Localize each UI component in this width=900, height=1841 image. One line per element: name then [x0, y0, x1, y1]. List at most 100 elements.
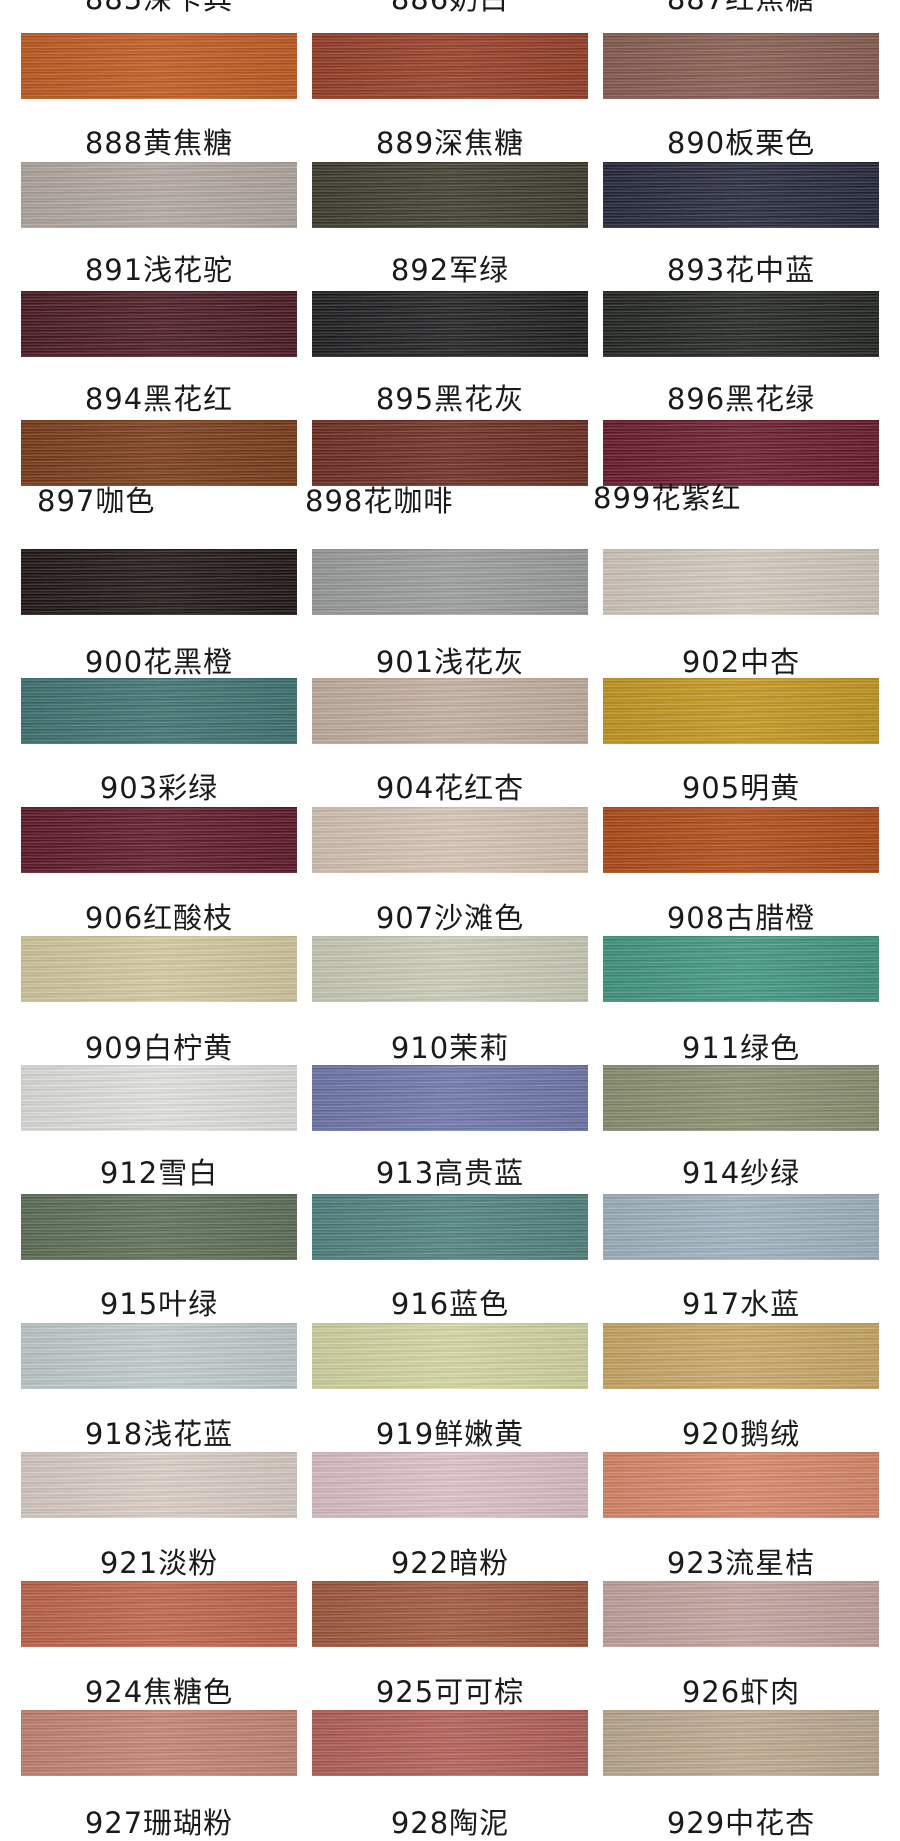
swatch-label: 928陶泥 — [390, 1806, 510, 1840]
color-swatch-card: 907沙滩色 — [312, 807, 588, 937]
color-swatch-card: 896黑花绿 — [603, 291, 879, 421]
thread-color-swatch — [21, 1581, 297, 1647]
color-swatch-card: 922暗粉 — [312, 1452, 588, 1582]
swatch-label: 892军绿 — [390, 253, 510, 287]
swatch-label: 916蓝色 — [390, 1287, 510, 1321]
swatch-label: 900花黑橙 — [84, 645, 234, 679]
swatch-label: 891浅花驼 — [84, 253, 234, 287]
color-swatch-card: 910茉莉 — [312, 936, 588, 1066]
swatch-label: 913高贵蓝 — [375, 1156, 525, 1190]
swatch-label: 908古腊橙 — [666, 901, 816, 935]
thread-color-swatch — [312, 1065, 588, 1131]
thread-color-swatch — [603, 162, 879, 228]
thread-color-swatch — [21, 678, 297, 744]
color-swatch-card: 895黑花灰 — [312, 291, 588, 421]
thread-color-swatch — [21, 936, 297, 1002]
swatch-label: 907沙滩色 — [375, 901, 525, 935]
color-swatch-card: 921淡粉 — [21, 1452, 297, 1582]
swatch-label: 904花红杏 — [375, 771, 525, 805]
thread-color-swatch — [312, 807, 588, 873]
thread-color-swatch — [312, 291, 588, 357]
swatch-label: 889深焦糖 — [375, 126, 525, 160]
color-swatch-card: 920鹅绒 — [603, 1323, 879, 1453]
color-swatch-card: 925可可棕 — [312, 1581, 588, 1711]
color-swatch-card: 913高贵蓝 — [312, 1065, 588, 1195]
thread-color-swatch — [603, 291, 879, 357]
swatch-label: 909白柠黄 — [84, 1031, 234, 1065]
color-swatch-card: 900花黑橙 — [21, 549, 297, 679]
swatch-label: 929中花杏 — [666, 1806, 816, 1840]
swatch-label: 915叶绿 — [99, 1287, 219, 1321]
swatch-label: 885深卡其 — [21, 0, 297, 17]
color-swatch-card: 892军绿 — [312, 162, 588, 292]
color-swatch-card: 905明黄 — [603, 678, 879, 808]
color-swatch-card: 903彩绿 — [21, 678, 297, 808]
thread-color-swatch — [312, 1452, 588, 1518]
color-swatch-card: 919鲜嫩黄 — [312, 1323, 588, 1453]
thread-color-swatch — [603, 33, 879, 99]
swatch-label: 924焦糖色 — [84, 1675, 234, 1709]
color-swatch-card: 891浅花驼 — [21, 162, 297, 292]
swatch-label: 899花紫红 — [593, 481, 742, 515]
color-swatch-card: 901浅花灰 — [312, 549, 588, 679]
thread-color-swatch — [312, 33, 588, 99]
swatch-label: 890板栗色 — [666, 126, 816, 160]
color-swatch-card: 926虾肉 — [603, 1581, 879, 1711]
swatch-label: 914纱绿 — [681, 1156, 801, 1190]
thread-color-swatch — [603, 1323, 879, 1389]
color-swatch-card: 923流星桔 — [603, 1452, 879, 1582]
color-swatch-card: 889深焦糖 — [312, 33, 588, 163]
color-swatch-card: 908古腊橙 — [603, 807, 879, 937]
swatch-label: 912雪白 — [99, 1156, 219, 1190]
swatch-label: 926虾肉 — [681, 1675, 801, 1709]
swatch-label: 902中杏 — [681, 645, 801, 679]
swatch-label: 921淡粉 — [99, 1546, 219, 1580]
thread-color-swatch — [312, 162, 588, 228]
thread-color-swatch — [21, 1452, 297, 1518]
thread-color-swatch — [312, 1581, 588, 1647]
thread-color-swatch — [603, 1194, 879, 1260]
color-swatch-card: 888黄焦糖 — [21, 33, 297, 163]
thread-color-swatch — [312, 420, 588, 486]
color-swatch-card: 894黑花红 — [21, 291, 297, 421]
thread-color-swatch — [603, 1065, 879, 1131]
thread-color-swatch — [312, 1323, 588, 1389]
color-swatch-card: 911绿色 — [603, 936, 879, 1066]
thread-color-swatch — [21, 549, 297, 615]
color-swatch-card: 914纱绿 — [603, 1065, 879, 1195]
swatch-label: 898花咖啡 — [305, 484, 454, 518]
thread-color-swatch — [312, 678, 588, 744]
thread-color-swatch — [21, 162, 297, 228]
swatch-label: 927珊瑚粉 — [84, 1806, 234, 1840]
thread-color-swatch — [312, 1194, 588, 1260]
swatch-label: 923流星桔 — [666, 1546, 816, 1580]
color-swatch-card: 906红酸枝 — [21, 807, 297, 937]
color-swatch-card: 898花咖啡 — [305, 420, 588, 550]
swatch-label: 911绿色 — [681, 1031, 801, 1065]
color-swatch-grid: 885深卡其 886奶白 887红焦糖 888黄焦糖 889深焦糖 890板栗色 891浅花… — [0, 0, 900, 1840]
thread-color-swatch — [21, 1194, 297, 1260]
color-swatch-card: 893花中蓝 — [603, 162, 879, 292]
color-swatch-card: 902中杏 — [603, 549, 879, 679]
color-swatch-card: 916蓝色 — [312, 1194, 588, 1324]
color-swatch-card: 924焦糖色 — [21, 1581, 297, 1711]
swatch-label: 894黑花红 — [84, 382, 234, 416]
swatch-label: 920鹅绒 — [681, 1417, 801, 1451]
thread-color-swatch — [603, 936, 879, 1002]
color-swatch-card: 897咖色 — [21, 420, 297, 550]
swatch-label: 893花中蓝 — [666, 253, 816, 287]
thread-color-swatch — [21, 291, 297, 357]
swatch-label: 888黄焦糖 — [84, 126, 234, 160]
swatch-label: 917水蓝 — [681, 1287, 801, 1321]
thread-color-swatch — [21, 1710, 297, 1776]
thread-color-swatch — [312, 936, 588, 1002]
color-swatch-card: 917水蓝 — [603, 1194, 879, 1324]
thread-color-swatch — [312, 1710, 588, 1776]
swatch-label: 895黑花灰 — [375, 382, 525, 416]
thread-color-swatch — [312, 549, 588, 615]
thread-color-swatch — [21, 420, 297, 486]
color-swatch-card: 909白柠黄 — [21, 936, 297, 1066]
thread-color-swatch — [21, 1065, 297, 1131]
swatch-label: 903彩绿 — [99, 771, 219, 805]
thread-color-swatch — [603, 420, 879, 486]
